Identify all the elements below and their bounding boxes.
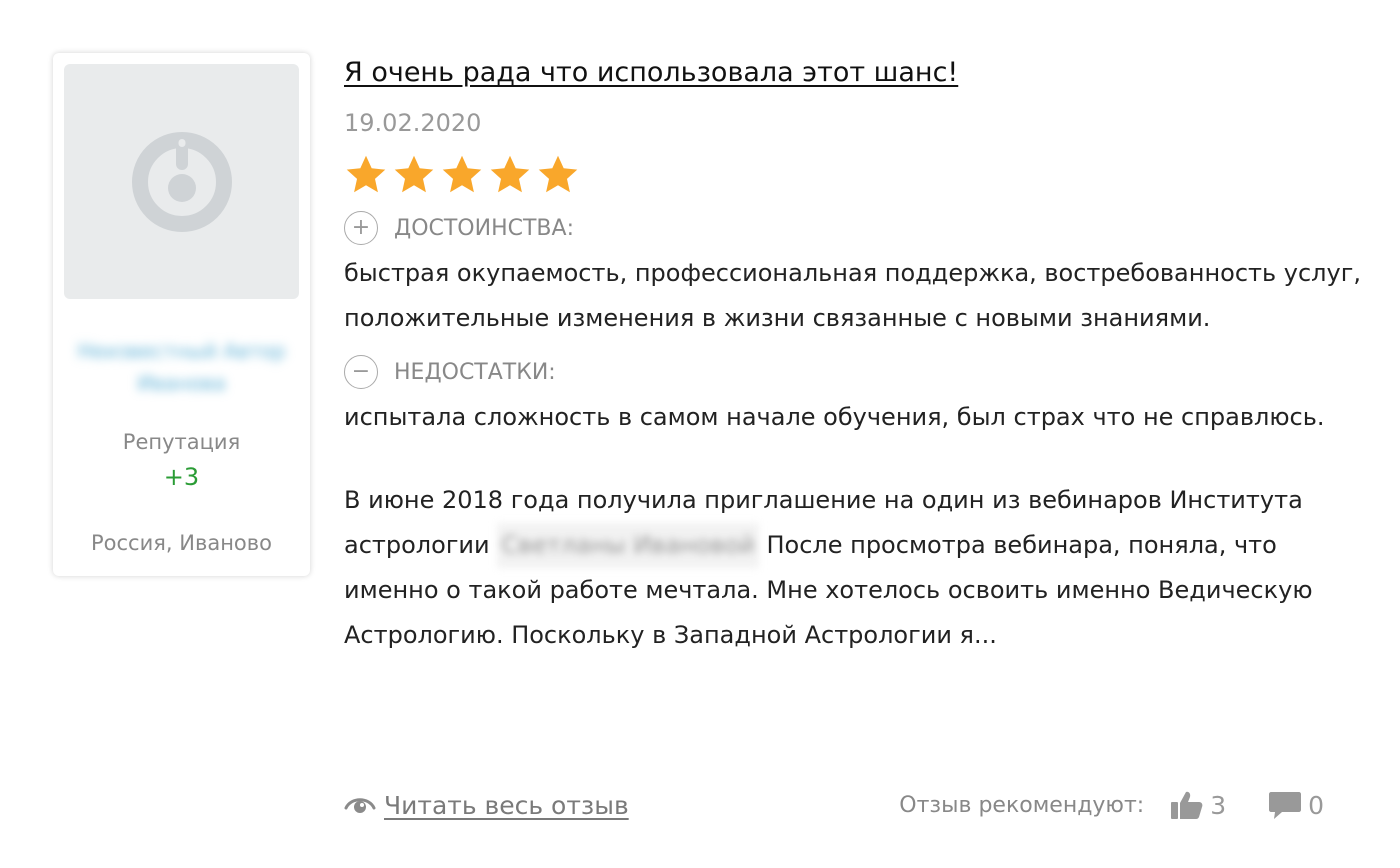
cons-text: испытала сложность в самом начале обучен…	[344, 403, 1325, 431]
pros-label: ДОСТОИНСТВА:	[394, 215, 574, 241]
star-icon	[490, 155, 530, 193]
review-excerpt: В июне 2018 года получила приглашение на…	[344, 478, 1374, 658]
review: Я очень рада что использовала этот шанс!…	[344, 53, 1374, 658]
review-stats: Отзыв рекомендуют: 3 0	[899, 790, 1324, 820]
thumbs-up-icon	[1171, 791, 1203, 819]
comments-count: 0	[1308, 790, 1324, 820]
read-more[interactable]: Читать весь отзыв	[344, 791, 629, 820]
minus-circle-icon: −	[344, 355, 378, 389]
star-icon	[442, 155, 482, 193]
author-name[interactable]: Неизвестный Автор Иванова	[53, 335, 310, 399]
cons-label: НЕДОСТАТКИ:	[394, 359, 556, 385]
cons-header: − НЕДОСТАТКИ:	[344, 353, 1374, 391]
eye-icon	[344, 798, 376, 813]
recommend-label: Отзыв рекомендуют:	[899, 792, 1145, 818]
likes-count: 3	[1210, 790, 1227, 820]
reputation-label: Репутация	[122, 430, 241, 454]
author-location: Россия, Иваново	[91, 531, 272, 555]
comment-counter[interactable]: 0	[1268, 790, 1324, 820]
like-counter[interactable]: 3	[1170, 790, 1226, 820]
default-avatar-icon	[132, 132, 232, 232]
avatar[interactable]	[64, 64, 299, 299]
rating-stars	[344, 153, 1374, 197]
comment-icon	[1269, 792, 1302, 819]
pros-header: + ДОСТОИНСТВА:	[344, 209, 1374, 247]
read-full-review-link[interactable]: Читать весь отзыв	[384, 791, 629, 820]
review-date: 19.02.2020	[344, 109, 482, 137]
star-icon	[394, 155, 434, 193]
review-footer: Читать весь отзыв Отзыв рекомендуют: 3 0	[344, 782, 1324, 828]
author-card: Неизвестный Автор Иванова Репутация +3 Р…	[53, 53, 310, 576]
redacted-name: Светланы Ивановой	[497, 523, 759, 568]
star-icon	[538, 155, 578, 193]
author-name-line2: Иванова	[137, 371, 226, 395]
plus-circle-icon: +	[344, 211, 378, 245]
pros-text: быстрая окупаемость, профессиональная по…	[344, 259, 1361, 332]
reputation-value: +3	[163, 463, 200, 491]
author-name-line1: Неизвестный Автор	[77, 339, 286, 363]
review-title-link[interactable]: Я очень рада что использовала этот шанс!	[344, 53, 958, 93]
star-icon	[346, 155, 386, 193]
